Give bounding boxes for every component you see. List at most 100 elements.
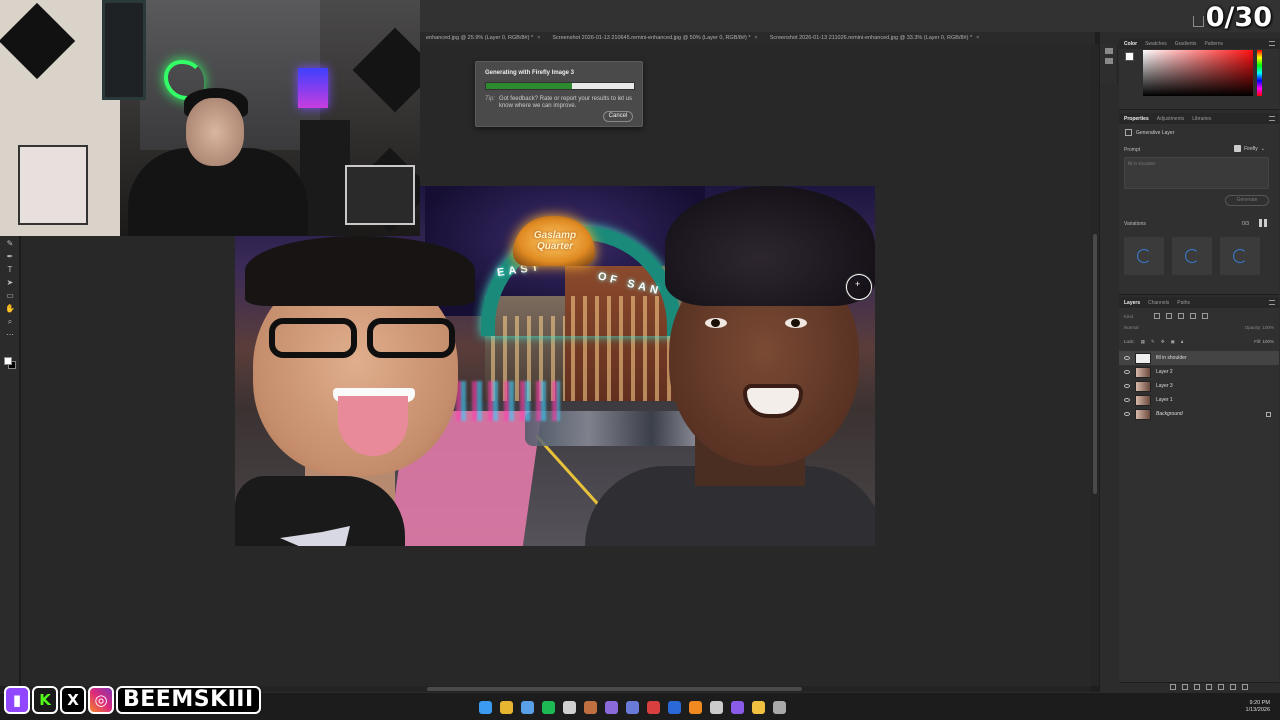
photoshop-icon[interactable] [668, 701, 681, 714]
lock-paint-icon[interactable]: ✎ [1151, 339, 1155, 345]
app-dark-icon[interactable] [710, 701, 723, 714]
visibility-eye-icon[interactable] [1124, 412, 1130, 416]
close-icon[interactable]: × [537, 35, 540, 41]
comments-icon[interactable] [1104, 58, 1113, 64]
pen-tool-icon[interactable]: ✒ [5, 252, 15, 262]
folder-icon[interactable] [752, 701, 765, 714]
filter-shape-icon[interactable] [1190, 313, 1196, 319]
visibility-eye-icon[interactable] [1124, 384, 1130, 388]
delete-layer-icon[interactable] [1242, 684, 1248, 690]
premiere-icon[interactable] [731, 701, 744, 714]
filter-adjustment-icon[interactable] [1166, 313, 1172, 319]
monitor [298, 68, 328, 108]
obs-icon[interactable] [563, 701, 576, 714]
document-tab[interactable]: Screenshot 2026-01-13 211026.remini-enha… [764, 32, 986, 44]
grid-view-icon[interactable] [1259, 219, 1267, 227]
hue-slider[interactable] [1257, 50, 1262, 96]
tab-properties[interactable]: Properties [1124, 116, 1149, 122]
layer-row[interactable]: Layer 2 [1119, 365, 1279, 379]
tab-gradients[interactable]: Gradients [1175, 41, 1197, 47]
tab-patterns[interactable]: Patterns [1204, 41, 1223, 47]
opacity-field[interactable]: 100% [1262, 325, 1274, 330]
capcut-icon[interactable] [521, 701, 534, 714]
durag [665, 186, 875, 306]
color-field[interactable] [1143, 50, 1253, 96]
prompt-input[interactable]: fill in shoulder [1124, 157, 1269, 189]
model-dropdown[interactable]: Firefly ⌄ [1234, 145, 1265, 152]
lock-artboard-icon[interactable]: ▣ [1171, 339, 1175, 345]
layer-type-label: Generative Layer [1136, 129, 1175, 136]
panel-menu-icon[interactable] [1269, 300, 1275, 305]
layer-name: Layer 2 [1156, 369, 1173, 375]
tab-adjustments[interactable]: Adjustments [1157, 116, 1185, 122]
link-layers-icon[interactable] [1170, 684, 1176, 690]
zoom-tool-icon[interactable]: ⌕ [5, 317, 15, 327]
lock-all-icon[interactable]: 🔒︎ [1181, 339, 1183, 345]
blend-mode-dropdown[interactable]: Normal [1124, 325, 1139, 330]
windows-start-icon[interactable] [479, 701, 492, 714]
file-icon[interactable] [584, 701, 597, 714]
lock-pixels-icon[interactable]: ▦ [1141, 339, 1145, 345]
app-gray-icon[interactable] [773, 701, 786, 714]
new-group-icon[interactable] [1218, 684, 1224, 690]
layer-row[interactable]: Layer 1 [1119, 393, 1279, 407]
type-tool-icon[interactable]: T [5, 265, 15, 275]
add-mask-icon[interactable] [1194, 684, 1200, 690]
visibility-eye-icon[interactable] [1124, 356, 1130, 360]
brush-tool-icon[interactable]: ✎ [5, 239, 15, 249]
scroll-thumb[interactable] [1093, 234, 1097, 494]
generate-button[interactable]: Generate [1225, 195, 1269, 206]
more-tools-icon[interactable]: ⋯ [5, 330, 15, 340]
filter-pixel-icon[interactable] [1154, 313, 1160, 319]
tab-color[interactable]: Color [1124, 41, 1137, 47]
filter-smart-object-icon[interactable] [1202, 313, 1208, 319]
foreground-color-swatch[interactable] [4, 357, 12, 365]
variation-thumbnail-loading[interactable] [1124, 237, 1164, 275]
visibility-eye-icon[interactable] [1124, 370, 1130, 374]
scroll-thumb[interactable] [427, 687, 802, 691]
canvas-image[interactable]: EAST OF SAN Gaslamp Quarter [235, 186, 875, 546]
share-icon[interactable] [1193, 16, 1204, 27]
tab-paths[interactable]: Paths [1177, 300, 1190, 306]
variations-label[interactable]: Variations [1124, 221, 1146, 227]
glasses [255, 318, 465, 358]
variation-thumbnail-loading[interactable] [1220, 237, 1260, 275]
panel-menu-icon[interactable] [1269, 116, 1275, 121]
filter-kind-dropdown[interactable]: Kind [1124, 314, 1148, 319]
vlc-icon[interactable] [689, 701, 702, 714]
variation-thumbnail-loading[interactable] [1172, 237, 1212, 275]
new-layer-icon[interactable] [1230, 684, 1236, 690]
firefly-progress-dialog: Generating with Firefly Image 3 Tip: Got… [475, 61, 643, 127]
app-purple-icon[interactable] [605, 701, 618, 714]
tab-layers[interactable]: Layers [1124, 300, 1140, 306]
layer-row[interactable]: Layer 3 [1119, 379, 1279, 393]
app-red-icon[interactable] [647, 701, 660, 714]
document-tab[interactable]: enhanced.jpg @ 25.9% (Layer 0, RGB/8#) *… [420, 32, 546, 44]
close-icon[interactable]: × [755, 35, 758, 41]
fill-field[interactable]: 100% [1262, 339, 1274, 344]
cancel-button[interactable]: Cancel [603, 111, 633, 122]
visibility-eye-icon[interactable] [1124, 398, 1130, 402]
adjustment-layer-icon[interactable] [1206, 684, 1212, 690]
system-clock[interactable]: 9:20 PM 1/13/2026 [1246, 700, 1270, 714]
layer-style-icon[interactable] [1182, 684, 1188, 690]
filter-type-icon[interactable] [1178, 313, 1184, 319]
document-tab[interactable]: Screenshot 2026-01-13 210645.remini-enha… [546, 32, 763, 44]
path-select-tool-icon[interactable]: ➤ [5, 278, 15, 288]
layer-row[interactable]: fill in shoulder [1119, 351, 1279, 365]
layer-row[interactable]: Background [1119, 407, 1279, 421]
close-icon[interactable]: × [976, 35, 979, 41]
history-icon[interactable] [1104, 48, 1113, 54]
tab-channels[interactable]: Channels [1148, 300, 1169, 306]
panel-menu-icon[interactable] [1269, 41, 1275, 46]
hand-tool-icon[interactable]: ✋ [5, 304, 15, 314]
discord-icon[interactable] [626, 701, 639, 714]
chrome-icon[interactable] [500, 701, 513, 714]
tab-libraries[interactable]: Libraries [1192, 116, 1211, 122]
rectangle-tool-icon[interactable]: ▭ [5, 291, 15, 301]
vertical-scrollbar[interactable] [1091, 44, 1099, 686]
tab-swatches[interactable]: Swatches [1145, 41, 1167, 47]
spotify-icon[interactable] [542, 701, 555, 714]
foreground-swatch[interactable] [1125, 52, 1134, 61]
lock-position-icon[interactable]: ✥ [1161, 339, 1165, 345]
